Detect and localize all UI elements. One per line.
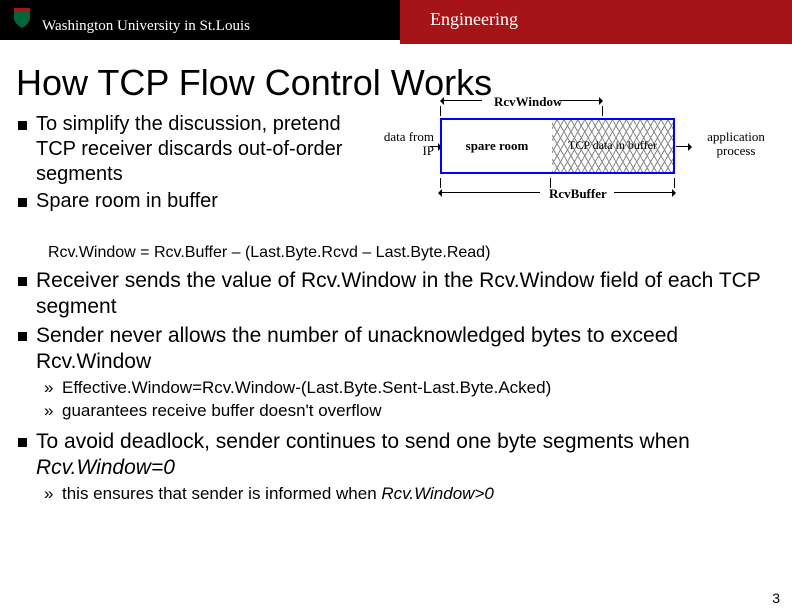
- sub-bullet-item: this ensures that sender is informed whe…: [44, 483, 778, 506]
- university-logo: Washington University in St.Louis: [12, 6, 250, 35]
- slide-body: To simplify the discussion, pretend TCP …: [0, 104, 792, 506]
- sub-bullet-item: Effective.Window=Rcv.Window-(Last.Byte.S…: [44, 377, 778, 400]
- bullet-item: Sender never allows the number of unackn…: [14, 323, 778, 376]
- arrow-icon: [442, 100, 482, 101]
- spare-room-region: spare room: [442, 120, 552, 172]
- bullet-italic: Rcv.Window=0: [36, 456, 175, 479]
- sub-bullet-italic: Rcv.Window>0: [381, 484, 493, 503]
- arrow-icon: [559, 100, 601, 101]
- tick-mark: [440, 106, 441, 116]
- page-number: 3: [772, 590, 780, 606]
- arrow-icon: [430, 146, 440, 147]
- formula-text: Rcv.Window = Rcv.Buffer – (Last.Byte.Rcv…: [48, 244, 778, 262]
- shield-icon: [12, 6, 32, 30]
- dept-bar: Engineering: [400, 4, 660, 34]
- tcp-data-region: TCP data in buffer: [552, 120, 673, 172]
- bullet-item: Receiver sends the value of Rcv.Window i…: [14, 268, 778, 321]
- tick-mark: [602, 106, 603, 116]
- sub-bullet-text: this ensures that sender is informed whe…: [62, 484, 381, 503]
- slide-header: Washington University in St.Louis Engine…: [0, 0, 792, 48]
- bullet-item: To avoid deadlock, sender continues to s…: [14, 429, 778, 482]
- bullet-item: Spare room in buffer: [14, 189, 374, 214]
- university-name: Washington University in St.Louis: [42, 18, 250, 35]
- buffer-diagram: RcvWindow data from IP spare room TCP da…: [374, 108, 778, 238]
- buffer-box: spare room TCP data in buffer: [440, 118, 675, 174]
- sub-bullet-item: guarantees receive buffer doesn't overfl…: [44, 400, 778, 423]
- tick-mark: [440, 178, 441, 188]
- tcp-data-label: TCP data in buffer: [568, 139, 657, 152]
- dept-label: Engineering: [430, 9, 518, 30]
- app-process-label: application process: [694, 130, 778, 159]
- data-from-ip-label: data from IP: [372, 130, 434, 159]
- tick-mark: [674, 178, 675, 188]
- arrow-icon: [614, 192, 674, 193]
- slide-title: How TCP Flow Control Works: [16, 62, 792, 104]
- arrow-icon: [676, 146, 690, 147]
- bullet-text: To avoid deadlock, sender continues to s…: [36, 430, 690, 453]
- rcvbuffer-label: RcvBuffer: [549, 186, 607, 202]
- university-bar: Washington University in St.Louis: [0, 0, 400, 40]
- bullet-item: To simplify the discussion, pretend TCP …: [14, 112, 374, 187]
- rcvwindow-label: RcvWindow: [494, 94, 562, 110]
- arrow-icon: [440, 192, 540, 193]
